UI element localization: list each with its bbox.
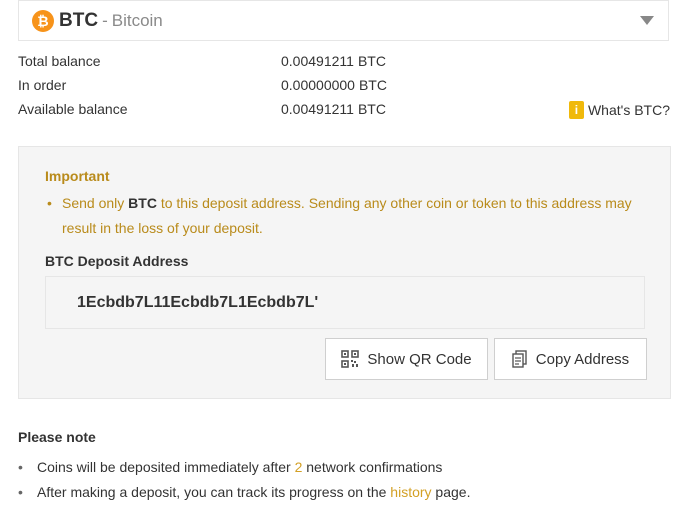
copy-address-button[interactable]: Copy Address <box>494 338 647 380</box>
bullet: • <box>47 195 52 211</box>
deposit-address-label: BTC Deposit Address <box>45 253 189 269</box>
in-order-value: 0.00000000 BTC <box>281 77 387 93</box>
in-order-unit: BTC <box>358 77 387 93</box>
available-balance-value: 0.00491211 BTC <box>281 101 386 117</box>
copy-address-label: Copy Address <box>535 350 630 368</box>
please-note-title: Please note <box>18 429 96 445</box>
coin-name: Bitcoin <box>111 10 163 30</box>
deposit-address-field[interactable]: 1Ecbdb7L11Ecbdb7L1Ecbdb7L' <box>45 276 645 329</box>
note-item2-before: After making a deposit, you can track it… <box>37 484 391 500</box>
total-balance-unit: BTC <box>357 53 386 69</box>
note-item2-after: page. <box>431 484 471 500</box>
deposit-panel: Important • Send only BTC to this deposi… <box>18 146 671 399</box>
total-balance-value: 0.00491211 BTC <box>281 53 386 69</box>
info-book-icon: i <box>568 101 584 119</box>
total-balance-label: Total balance <box>18 53 101 69</box>
copy-icon <box>512 350 527 368</box>
show-qr-code-label: Show QR Code <box>367 350 472 368</box>
bullet: • <box>18 459 23 475</box>
available-balance-label: Available balance <box>18 101 128 117</box>
qr-code-icon <box>341 350 360 368</box>
bitcoin-icon: ₿ <box>32 9 54 32</box>
coin-separator: - <box>102 10 108 30</box>
important-text-before: Send only <box>62 195 129 211</box>
whats-btc-link[interactable]: i What's BTC? <box>568 101 670 119</box>
show-qr-code-button[interactable]: Show QR Code <box>325 338 488 380</box>
chevron-down-icon[interactable] <box>640 16 654 25</box>
available-balance-amount: 0.00491211 <box>281 101 354 117</box>
bullet: • <box>18 484 23 500</box>
important-title: Important <box>45 168 110 184</box>
important-notice: • Send only BTC to this deposit address.… <box>45 191 645 241</box>
note-item-history: • After making a deposit, you can track i… <box>18 484 470 500</box>
note-item-confirmations: • Coins will be deposited immediately aft… <box>18 459 442 475</box>
coin-selector[interactable]: ₿ BTC - Bitcoin <box>18 0 669 41</box>
in-order-amount: 0.00000000 <box>281 77 355 93</box>
coin-symbol: BTC <box>59 9 99 31</box>
available-balance-unit: BTC <box>357 101 386 117</box>
note-item1-after: network confirmations <box>302 459 443 475</box>
history-link[interactable]: history <box>390 484 431 500</box>
note-item1-before: Coins will be deposited immediately afte… <box>37 459 295 475</box>
deposit-address-value[interactable]: 1Ecbdb7L11Ecbdb7L1Ecbdb7L' <box>77 294 318 312</box>
important-coin: BTC <box>128 195 157 211</box>
total-balance-amount: 0.00491211 <box>281 53 354 69</box>
in-order-label: In order <box>18 77 67 93</box>
whats-btc-label: What's BTC? <box>587 102 670 118</box>
